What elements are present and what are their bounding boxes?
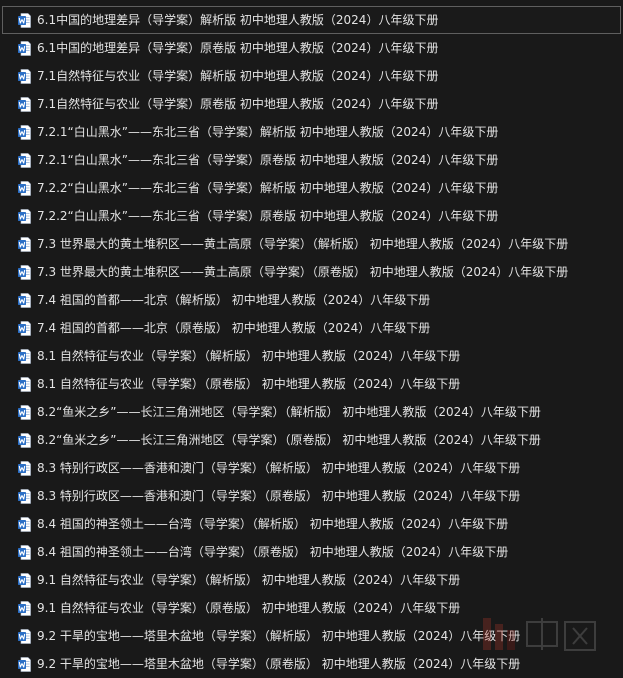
- file-row[interactable]: 9.1 自然特征与农业（导学案）（原卷版） 初中地理人教版（2024）八年级下册: [0, 594, 623, 622]
- word-document-icon: [18, 544, 31, 560]
- file-row[interactable]: 7.3 世界最大的黄土堆积区——黄土高原（导学案）（原卷版） 初中地理人教版（2…: [0, 258, 623, 286]
- file-row[interactable]: 7.4 祖国的首都——北京（原卷版） 初中地理人教版（2024）八年级下册: [0, 314, 623, 342]
- word-document-icon: [18, 432, 31, 448]
- file-name: 9.1 自然特征与农业（导学案）（原卷版） 初中地理人教版（2024）八年级下册: [37, 601, 461, 615]
- file-list: 6.1中国的地理差异（导学案）解析版 初中地理人教版（2024）八年级下册 6.…: [0, 6, 623, 678]
- word-document-icon: [18, 320, 31, 336]
- word-document-icon: [18, 264, 31, 280]
- file-row[interactable]: 8.2“鱼米之乡”——长江三角洲地区（导学案）（解析版） 初中地理人教版（202…: [0, 398, 623, 426]
- file-row[interactable]: 8.1 自然特征与农业（导学案）（解析版） 初中地理人教版（2024）八年级下册: [0, 342, 623, 370]
- word-document-icon: [18, 124, 31, 140]
- word-document-icon: [18, 12, 31, 28]
- word-document-icon: [18, 600, 31, 616]
- file-name: 7.4 祖国的首都——北京（解析版） 初中地理人教版（2024）八年级下册: [37, 293, 431, 307]
- file-name: 8.2“鱼米之乡”——长江三角洲地区（导学案）（原卷版） 初中地理人教版（202…: [37, 433, 541, 447]
- word-document-icon: [18, 208, 31, 224]
- file-name: 7.4 祖国的首都——北京（原卷版） 初中地理人教版（2024）八年级下册: [37, 321, 431, 335]
- file-row[interactable]: 9.2 干旱的宝地——塔里木盆地（导学案）（原卷版） 初中地理人教版（2024）…: [0, 650, 623, 678]
- file-row[interactable]: 7.3 世界最大的黄土堆积区——黄土高原（导学案）（解析版） 初中地理人教版（2…: [0, 230, 623, 258]
- word-document-icon: [18, 40, 31, 56]
- file-name: 7.1自然特征与农业（导学案）原卷版 初中地理人教版（2024）八年级下册: [37, 97, 439, 111]
- file-row[interactable]: 8.1 自然特征与农业（导学案）（原卷版） 初中地理人教版（2024）八年级下册: [0, 370, 623, 398]
- file-row[interactable]: 8.3 特别行政区——香港和澳门（导学案）（原卷版） 初中地理人教版（2024）…: [0, 482, 623, 510]
- file-name: 8.4 祖国的神圣领土——台湾（导学案）（原卷版） 初中地理人教版（2024）八…: [37, 545, 509, 559]
- file-row[interactable]: 8.4 祖国的神圣领土——台湾（导学案）（原卷版） 初中地理人教版（2024）八…: [0, 538, 623, 566]
- file-row[interactable]: 8.2“鱼米之乡”——长江三角洲地区（导学案）（原卷版） 初中地理人教版（202…: [0, 426, 623, 454]
- word-document-icon: [18, 348, 31, 364]
- file-name: 6.1中国的地理差异（导学案）解析版 初中地理人教版（2024）八年级下册: [37, 13, 439, 27]
- word-document-icon: [18, 572, 31, 588]
- file-name: 7.2.1“白山黑水”——东北三省（导学案）解析版 初中地理人教版（2024）八…: [37, 125, 499, 139]
- word-document-icon: [18, 488, 31, 504]
- word-document-icon: [18, 152, 31, 168]
- file-row[interactable]: 7.4 祖国的首都——北京（解析版） 初中地理人教版（2024）八年级下册: [0, 286, 623, 314]
- file-row[interactable]: 7.1自然特征与农业（导学案）原卷版 初中地理人教版（2024）八年级下册: [0, 90, 623, 118]
- word-document-icon: [18, 236, 31, 252]
- file-name: 8.3 特别行政区——香港和澳门（导学案）（原卷版） 初中地理人教版（2024）…: [37, 489, 521, 503]
- file-name: 6.1中国的地理差异（导学案）原卷版 初中地理人教版（2024）八年级下册: [37, 41, 439, 55]
- file-name: 8.3 特别行政区——香港和澳门（导学案）（解析版） 初中地理人教版（2024）…: [37, 461, 521, 475]
- word-document-icon: [18, 656, 31, 672]
- file-name: 8.1 自然特征与农业（导学案）（原卷版） 初中地理人教版（2024）八年级下册: [37, 377, 461, 391]
- word-document-icon: [18, 376, 31, 392]
- word-document-icon: [18, 68, 31, 84]
- file-name: 9.2 干旱的宝地——塔里木盆地（导学案）（解析版） 初中地理人教版（2024）…: [37, 629, 521, 643]
- file-name: 8.2“鱼米之乡”——长江三角洲地区（导学案）（解析版） 初中地理人教版（202…: [37, 405, 541, 419]
- word-document-icon: [18, 96, 31, 112]
- file-row[interactable]: 6.1中国的地理差异（导学案）解析版 初中地理人教版（2024）八年级下册: [2, 6, 621, 34]
- file-name: 9.1 自然特征与农业（导学案）（解析版） 初中地理人教版（2024）八年级下册: [37, 573, 461, 587]
- word-document-icon: [18, 404, 31, 420]
- file-row[interactable]: 9.2 干旱的宝地——塔里木盆地（导学案）（解析版） 初中地理人教版（2024）…: [0, 622, 623, 650]
- word-document-icon: [18, 516, 31, 532]
- word-document-icon: [18, 460, 31, 476]
- file-name: 7.2.2“白山黑水”——东北三省（导学案）解析版 初中地理人教版（2024）八…: [37, 181, 499, 195]
- word-document-icon: [18, 628, 31, 644]
- file-row[interactable]: 8.3 特别行政区——香港和澳门（导学案）（解析版） 初中地理人教版（2024）…: [0, 454, 623, 482]
- file-name: 7.2.1“白山黑水”——东北三省（导学案）原卷版 初中地理人教版（2024）八…: [37, 153, 499, 167]
- file-name: 7.1自然特征与农业（导学案）解析版 初中地理人教版（2024）八年级下册: [37, 69, 439, 83]
- file-name: 8.1 自然特征与农业（导学案）（解析版） 初中地理人教版（2024）八年级下册: [37, 349, 461, 363]
- file-name: 7.3 世界最大的黄土堆积区——黄土高原（导学案）（原卷版） 初中地理人教版（2…: [37, 265, 569, 279]
- file-row[interactable]: 7.2.2“白山黑水”——东北三省（导学案）原卷版 初中地理人教版（2024）八…: [0, 202, 623, 230]
- word-document-icon: [18, 292, 31, 308]
- file-row[interactable]: 7.2.1“白山黑水”——东北三省（导学案）原卷版 初中地理人教版（2024）八…: [0, 146, 623, 174]
- file-name: 7.2.2“白山黑水”——东北三省（导学案）原卷版 初中地理人教版（2024）八…: [37, 209, 499, 223]
- file-row[interactable]: 7.1自然特征与农业（导学案）解析版 初中地理人教版（2024）八年级下册: [0, 62, 623, 90]
- file-name: 8.4 祖国的神圣领土——台湾（导学案）（解析版） 初中地理人教版（2024）八…: [37, 517, 509, 531]
- word-document-icon: [18, 180, 31, 196]
- file-row[interactable]: 6.1中国的地理差异（导学案）原卷版 初中地理人教版（2024）八年级下册: [0, 34, 623, 62]
- file-row[interactable]: 7.2.2“白山黑水”——东北三省（导学案）解析版 初中地理人教版（2024）八…: [0, 174, 623, 202]
- file-row[interactable]: 8.4 祖国的神圣领土——台湾（导学案）（解析版） 初中地理人教版（2024）八…: [0, 510, 623, 538]
- file-name: 7.3 世界最大的黄土堆积区——黄土高原（导学案）（解析版） 初中地理人教版（2…: [37, 237, 569, 251]
- file-row[interactable]: 7.2.1“白山黑水”——东北三省（导学案）解析版 初中地理人教版（2024）八…: [0, 118, 623, 146]
- file-row[interactable]: 9.1 自然特征与农业（导学案）（解析版） 初中地理人教版（2024）八年级下册: [0, 566, 623, 594]
- file-name: 9.2 干旱的宝地——塔里木盆地（导学案）（原卷版） 初中地理人教版（2024）…: [37, 657, 521, 671]
